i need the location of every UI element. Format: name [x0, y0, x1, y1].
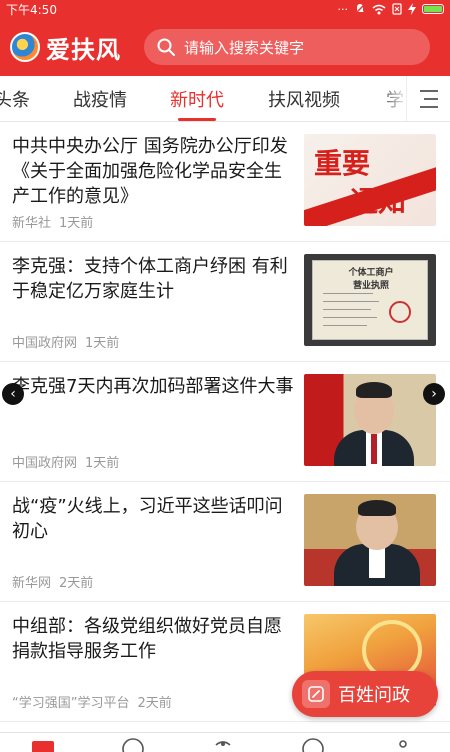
news-item[interactable]: 中共中央办公厅 国务院办公厅印发《关于全面加强危险化学品安全生产工作的意见》 新…: [0, 122, 450, 242]
dots-icon: ···: [337, 2, 349, 16]
news-title: 李克强：支持个体工商户纾困 有利于稳定亿万家庭生计: [12, 256, 288, 302]
menu-icon[interactable]: [406, 76, 450, 121]
public-inquiry-label: 百姓问政: [338, 685, 410, 706]
search-input[interactable]: 请输入搜索关键字: [144, 29, 430, 65]
news-item[interactable]: 李克强：支持个体工商户纾困 有利于稳定亿万家庭生计 中国政府网 1天前 个体工商户…: [0, 242, 450, 362]
notice-text: 通知: [350, 185, 407, 218]
edit-icon: [302, 680, 330, 708]
profile-icon[interactable]: [390, 737, 416, 752]
news-time: 2天前: [137, 696, 172, 711]
discover-icon[interactable]: [300, 737, 326, 752]
app-name: 爱扶风: [46, 34, 121, 64]
tab-epidemic[interactable]: 战疫情: [73, 86, 127, 112]
app-header: 爱扶风 请输入搜索关键字: [0, 18, 450, 76]
sim-icon: [392, 3, 402, 15]
chevron-right-icon[interactable]: ›: [423, 383, 445, 405]
news-time: 1天前: [85, 336, 120, 351]
status-time: 下午4:50: [6, 2, 57, 17]
news-item[interactable]: 战“疫”火线上，习近平这些话叩问初心 新华网 2天前: [0, 482, 450, 602]
bolt-icon: [408, 3, 416, 15]
news-title: 李克强7天内再次加码部署这件大事: [12, 376, 294, 397]
tab-fufeng-video[interactable]: 扶风视频: [268, 86, 340, 112]
license-title: 个体工商户 营业执照: [348, 268, 394, 291]
status-icons: ···: [337, 2, 444, 16]
news-source: “学习强国”学习平台: [12, 696, 130, 711]
video-icon[interactable]: [120, 737, 146, 752]
tabs-fade: [378, 76, 408, 121]
news-source: 新华网: [12, 576, 52, 591]
status-bar: 下午4:50 ···: [0, 0, 450, 18]
news-meta: 中国政府网 1天前: [12, 332, 119, 351]
news-source: 中国政府网: [12, 456, 78, 471]
bottom-nav: [0, 732, 450, 752]
news-meta: “学习强国”学习平台 2天前: [12, 692, 172, 711]
news-source: 新华社: [12, 216, 52, 231]
app-root: 下午4:50 ··· 爱扶风 请输入搜索关键字 头条 战疫情 新时代 扶风视频: [0, 0, 450, 752]
tab-headlines[interactable]: 头条: [0, 86, 30, 112]
news-title: 中共中央办公厅 国务院办公厅印发《关于全面加强危险化学品安全生产工作的意见》: [12, 136, 288, 207]
news-title: 中组部：各级党组织做好党员自愿捐款指导服务工作: [12, 616, 282, 662]
search-placeholder: 请输入搜索关键字: [184, 38, 305, 57]
news-meta: 新华社 1天前: [12, 212, 93, 231]
search-icon: [157, 38, 175, 56]
news-thumbnail: 重要 通知: [304, 134, 436, 226]
bell-off-icon: [354, 3, 366, 15]
battery-icon: [422, 4, 444, 14]
news-time: 1天前: [59, 216, 94, 231]
tab-new-era[interactable]: 新时代: [170, 86, 224, 112]
chevron-left-icon[interactable]: ‹: [2, 383, 24, 405]
home-icon[interactable]: [30, 737, 56, 752]
license-document: 个体工商户 营业执照: [312, 260, 428, 340]
seal-icon: [389, 301, 411, 323]
news-time: 2天前: [59, 576, 94, 591]
channel-tabs: 头条 战疫情 新时代 扶风视频 学: [0, 76, 450, 122]
news-thumbnail: [304, 374, 436, 466]
service-icon[interactable]: [210, 737, 236, 752]
news-title: 战“疫”火线上，习近平这些话叩问初心: [12, 496, 283, 542]
news-thumbnail: 个体工商户 营业执照: [304, 254, 436, 346]
logo-mark-icon: [10, 32, 40, 62]
public-inquiry-button[interactable]: 百姓问政: [292, 671, 438, 717]
news-meta: 中国政府网 1天前: [12, 452, 119, 471]
notice-text: 重要: [314, 147, 371, 180]
active-tab-indicator: [178, 118, 216, 121]
news-time: 1天前: [85, 456, 120, 471]
app-logo[interactable]: 爱扶风: [10, 30, 134, 65]
news-source: 中国政府网: [12, 336, 78, 351]
news-thumbnail: [304, 494, 436, 586]
news-item[interactable]: 李克强7天内再次加码部署这件大事 中国政府网 1天前: [0, 362, 450, 482]
news-meta: 新华网 2天前: [12, 572, 93, 591]
wifi-icon: [372, 4, 386, 14]
